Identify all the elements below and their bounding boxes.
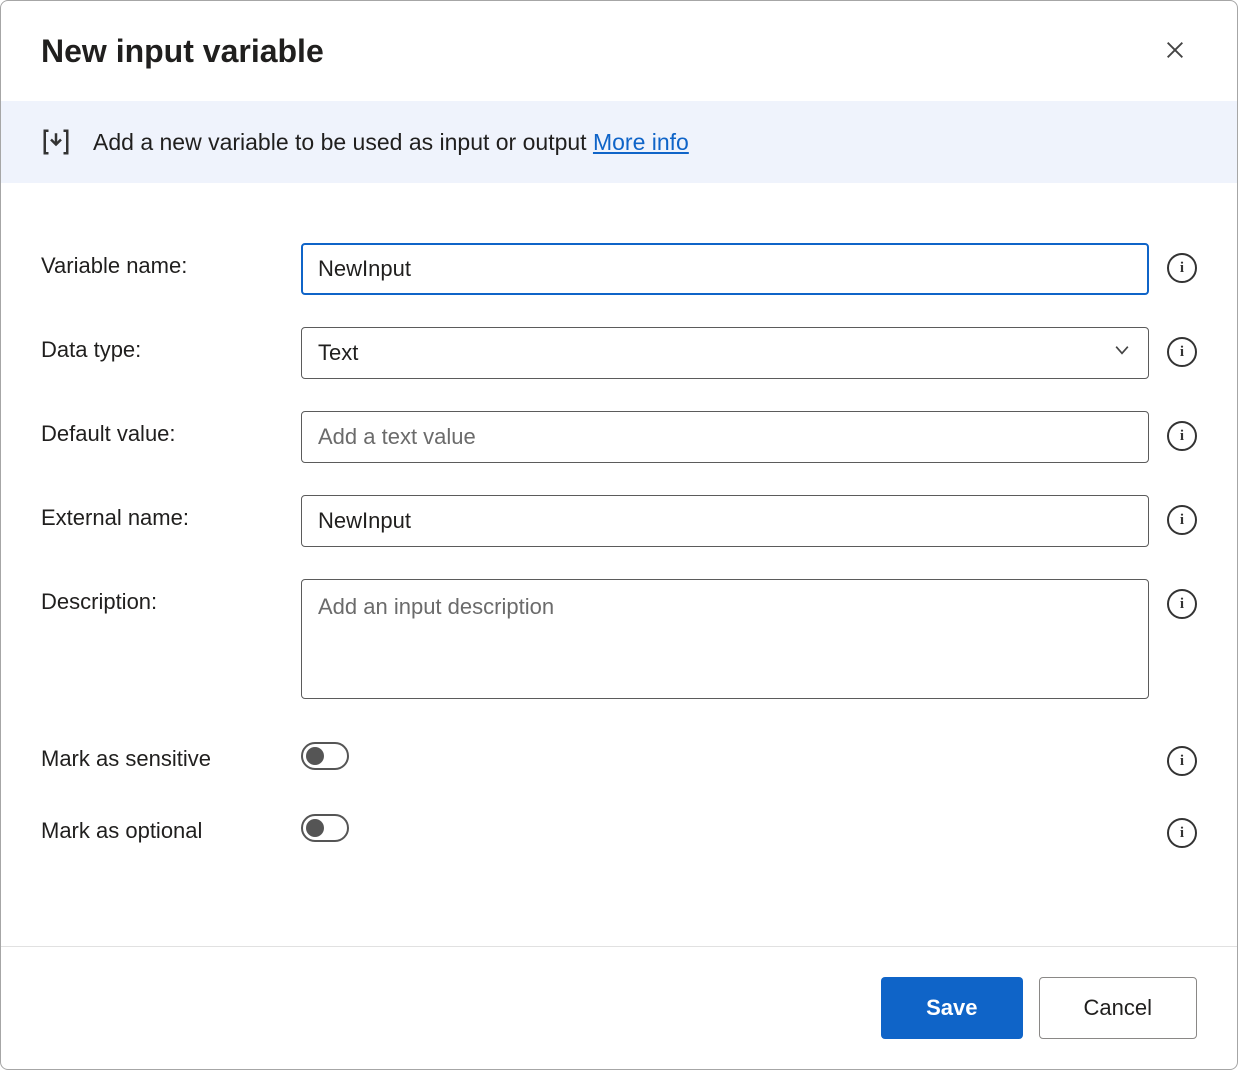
info-icon[interactable]: i: [1167, 253, 1197, 283]
banner-text: Add a new variable to be used as input o…: [93, 129, 689, 156]
row-external-name: External name: i: [41, 495, 1197, 547]
data-type-value: Text: [318, 340, 358, 366]
description-textarea[interactable]: [301, 579, 1149, 699]
banner-text-content: Add a new variable to be used as input o…: [93, 129, 593, 155]
cancel-button[interactable]: Cancel: [1039, 977, 1197, 1039]
new-input-variable-dialog: New input variable Add a new variable to…: [0, 0, 1238, 1070]
row-data-type: Data type: Text i: [41, 327, 1197, 379]
dialog-header: New input variable: [1, 1, 1237, 101]
external-name-input[interactable]: [301, 495, 1149, 547]
info-icon[interactable]: i: [1167, 818, 1197, 848]
label-description: Description:: [41, 579, 281, 615]
more-info-link[interactable]: More info: [593, 129, 689, 155]
dialog-title: New input variable: [41, 33, 324, 70]
label-default-value: Default value:: [41, 411, 281, 447]
close-icon: [1164, 39, 1186, 64]
toggle-knob: [306, 819, 324, 837]
default-value-input[interactable]: [301, 411, 1149, 463]
label-mark-optional: Mark as optional: [41, 808, 281, 844]
label-mark-sensitive: Mark as sensitive: [41, 736, 281, 772]
info-icon[interactable]: i: [1167, 421, 1197, 451]
row-variable-name: Variable name: i: [41, 243, 1197, 295]
info-icon[interactable]: i: [1167, 589, 1197, 619]
info-banner: Add a new variable to be used as input o…: [1, 101, 1237, 183]
row-description: Description: i: [41, 579, 1197, 704]
data-type-select[interactable]: Text: [301, 327, 1149, 379]
save-button[interactable]: Save: [881, 977, 1022, 1039]
row-default-value: Default value: i: [41, 411, 1197, 463]
mark-sensitive-toggle[interactable]: [301, 742, 349, 770]
row-mark-sensitive: Mark as sensitive i: [41, 736, 1197, 776]
label-variable-name: Variable name:: [41, 243, 281, 279]
dialog-footer: Save Cancel: [1, 946, 1237, 1069]
variable-name-input[interactable]: [301, 243, 1149, 295]
input-icon: [41, 127, 71, 157]
info-icon[interactable]: i: [1167, 505, 1197, 535]
chevron-down-icon: [1112, 340, 1132, 366]
row-mark-optional: Mark as optional i: [41, 808, 1197, 848]
form-area: Variable name: i Data type: Text: [1, 183, 1237, 946]
mark-optional-toggle[interactable]: [301, 814, 349, 842]
label-data-type: Data type:: [41, 327, 281, 363]
info-icon[interactable]: i: [1167, 746, 1197, 776]
label-external-name: External name:: [41, 495, 281, 531]
close-button[interactable]: [1153, 29, 1197, 73]
toggle-knob: [306, 747, 324, 765]
info-icon[interactable]: i: [1167, 337, 1197, 367]
